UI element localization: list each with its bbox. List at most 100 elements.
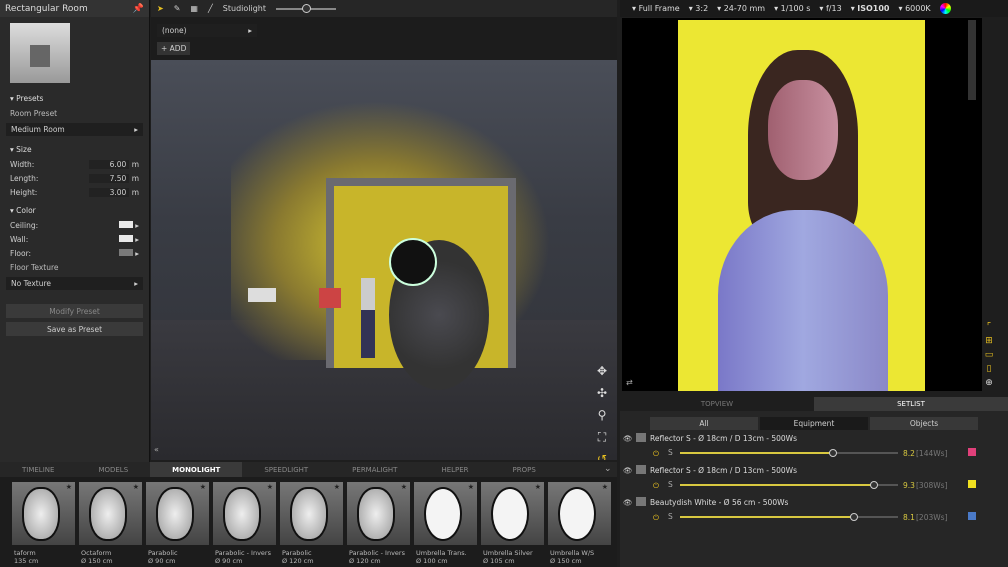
solo-toggle[interactable]: S: [668, 480, 673, 489]
color-wheel-icon[interactable]: [939, 3, 951, 14]
floor-label: Floor:: [10, 248, 32, 258]
tab-models[interactable]: MODELS: [76, 462, 150, 477]
light-color-swatch[interactable]: [968, 512, 976, 520]
tab-props[interactable]: PROPS: [491, 462, 558, 477]
scene-slider[interactable]: [276, 3, 337, 13]
fit-icon[interactable]: ⛶: [595, 426, 609, 448]
beautydish-light[interactable]: [389, 238, 437, 286]
aperture-select[interactable]: ▾ f/13: [819, 4, 841, 13]
pencil-icon[interactable]: ✎: [174, 4, 181, 13]
zoom-icon[interactable]: ⚲: [595, 404, 609, 426]
save-preset-button[interactable]: Save as Preset: [6, 322, 143, 336]
color-header[interactable]: ▾ Color: [0, 203, 149, 218]
tab-speedlight[interactable]: SPEEDLIGHT: [242, 462, 330, 477]
portrait-icon[interactable]: ▯: [982, 362, 996, 376]
iso-select[interactable]: ▾ ISO100: [851, 4, 890, 13]
power-icon[interactable]: ⏻: [653, 481, 659, 491]
power-slider[interactable]: [680, 513, 898, 521]
favorite-star-icon[interactable]: ★: [200, 483, 206, 491]
item-size: Ø 150 cm: [81, 557, 113, 565]
swap-view-icon[interactable]: ⇄: [626, 378, 633, 387]
favorite-star-icon[interactable]: ★: [602, 483, 608, 491]
sensor-select[interactable]: ▾ Full Frame: [632, 4, 680, 13]
tab-permalight[interactable]: PERMALIGHT: [330, 462, 419, 477]
favorite-star-icon[interactable]: ★: [267, 483, 273, 491]
tab-topview[interactable]: TOPVIEW: [620, 397, 814, 411]
expand-icon[interactable]: ⌄: [604, 464, 612, 474]
modifier-item[interactable]: ★ taform 135 cm: [12, 482, 75, 567]
tab-timeline[interactable]: TIMELINE: [0, 462, 76, 477]
setlist-item[interactable]: 👁 Reflector S - Ø 18cm / D 13cm - 500Ws …: [620, 462, 1008, 494]
solo-toggle[interactable]: S: [668, 512, 673, 521]
favorite-star-icon[interactable]: ★: [468, 483, 474, 491]
ratio-select[interactable]: ▾ 3:2: [689, 4, 708, 13]
model-figure[interactable]: [361, 278, 375, 358]
tab-helper[interactable]: HELPER: [419, 462, 490, 477]
favorite-star-icon[interactable]: ★: [334, 483, 340, 491]
modifier-item[interactable]: ★ Parabolic - Invers Ø 120 cm: [347, 482, 410, 567]
modifier-item[interactable]: ★ Parabolic Ø 120 cm: [280, 482, 343, 567]
pan-icon[interactable]: ✣: [595, 382, 609, 404]
3d-viewport[interactable]: ✥ ✣ ⚲ ⛶ ↺ «: [151, 60, 617, 460]
room-preset-select[interactable]: Medium Room ▸: [6, 123, 143, 136]
item-size: Ø 120 cm: [349, 557, 381, 565]
height-input[interactable]: 3.00: [89, 187, 130, 197]
item-name: taform: [14, 549, 36, 557]
shutter-select[interactable]: ▾ 1/100 s: [774, 4, 810, 13]
filter-all[interactable]: All: [650, 417, 758, 430]
favorite-star-icon[interactable]: ★: [401, 483, 407, 491]
tab-monolight[interactable]: MONOLIGHT: [150, 462, 243, 477]
wall-color[interactable]: ▸: [118, 234, 139, 244]
grid-overlay-icon[interactable]: ⊞: [982, 334, 996, 348]
floor-color[interactable]: ▸: [118, 248, 139, 258]
length-input[interactable]: 7.50: [89, 173, 130, 183]
ceiling-color[interactable]: ▸: [118, 220, 139, 230]
setlist-item[interactable]: 👁 Beautydish White - Ø 56 cm - 500Ws ⏻ S…: [620, 494, 1008, 526]
favorite-star-icon[interactable]: ★: [66, 483, 72, 491]
modifier-item[interactable]: ★ Parabolic - Invers Ø 90 cm: [213, 482, 276, 567]
solo-toggle[interactable]: S: [668, 448, 673, 457]
modify-preset-button[interactable]: Modify Preset: [6, 304, 143, 318]
wb-select[interactable]: ▾ 6000K: [899, 4, 931, 13]
select-tool-icon[interactable]: ➤: [157, 4, 164, 13]
lens-select[interactable]: ▾ 24-70 mm: [717, 4, 765, 13]
reflector-light-1[interactable]: [248, 288, 276, 302]
power-slider[interactable]: [680, 449, 898, 457]
light-color-swatch[interactable]: [968, 480, 976, 488]
camera-select[interactable]: (none) ▸: [157, 24, 257, 37]
visibility-eye-icon[interactable]: 👁: [623, 498, 633, 507]
camera-scrollbar[interactable]: [968, 20, 976, 100]
floor-texture-select[interactable]: No Texture ▸: [6, 277, 143, 290]
modifier-item[interactable]: ★ Parabolic Ø 90 cm: [146, 482, 209, 567]
filter-objects[interactable]: Objects: [870, 417, 978, 430]
line-tool-icon[interactable]: ╱: [208, 4, 213, 13]
modifier-item[interactable]: ★ Octaform Ø 150 cm: [79, 482, 142, 567]
size-header[interactable]: ▾ Size: [0, 142, 149, 157]
modifier-item[interactable]: ★ Umbrella W/S Ø 150 cm: [548, 482, 611, 567]
visibility-eye-icon[interactable]: 👁: [623, 466, 633, 475]
grid-icon[interactable]: ▦: [190, 4, 198, 13]
setlist-item[interactable]: 👁 Reflector S - Ø 18cm / D 13cm - 500Ws …: [620, 430, 1008, 462]
target-icon[interactable]: ⊕: [982, 376, 996, 390]
favorite-star-icon[interactable]: ★: [535, 483, 541, 491]
width-input[interactable]: 6.00: [89, 159, 130, 169]
visibility-eye-icon[interactable]: 👁: [623, 434, 633, 443]
reset-view-icon[interactable]: ↺: [595, 448, 609, 460]
modifier-item[interactable]: ★ Umbrella Trans. Ø 100 cm: [414, 482, 477, 567]
reflector-light-2[interactable]: [319, 288, 341, 308]
focus-icon[interactable]: ⌜: [982, 320, 996, 334]
pin-icon[interactable]: 📌: [133, 4, 144, 14]
frame-icon[interactable]: ▭: [982, 348, 996, 362]
collapse-icon[interactable]: «: [154, 445, 159, 454]
presets-header[interactable]: ▾ Presets: [0, 91, 149, 106]
filter-equipment[interactable]: Equipment: [760, 417, 868, 430]
add-button[interactable]: + ADD: [157, 42, 191, 55]
power-icon[interactable]: ⏻: [653, 449, 659, 459]
light-color-swatch[interactable]: [968, 448, 976, 456]
tab-setlist[interactable]: SETLIST: [814, 397, 1008, 411]
orbit-icon[interactable]: ✥: [595, 360, 609, 382]
power-icon[interactable]: ⏻: [653, 513, 659, 523]
power-slider[interactable]: [680, 481, 898, 489]
modifier-item[interactable]: ★ Umbrella Silver Ø 105 cm: [481, 482, 544, 567]
favorite-star-icon[interactable]: ★: [133, 483, 139, 491]
